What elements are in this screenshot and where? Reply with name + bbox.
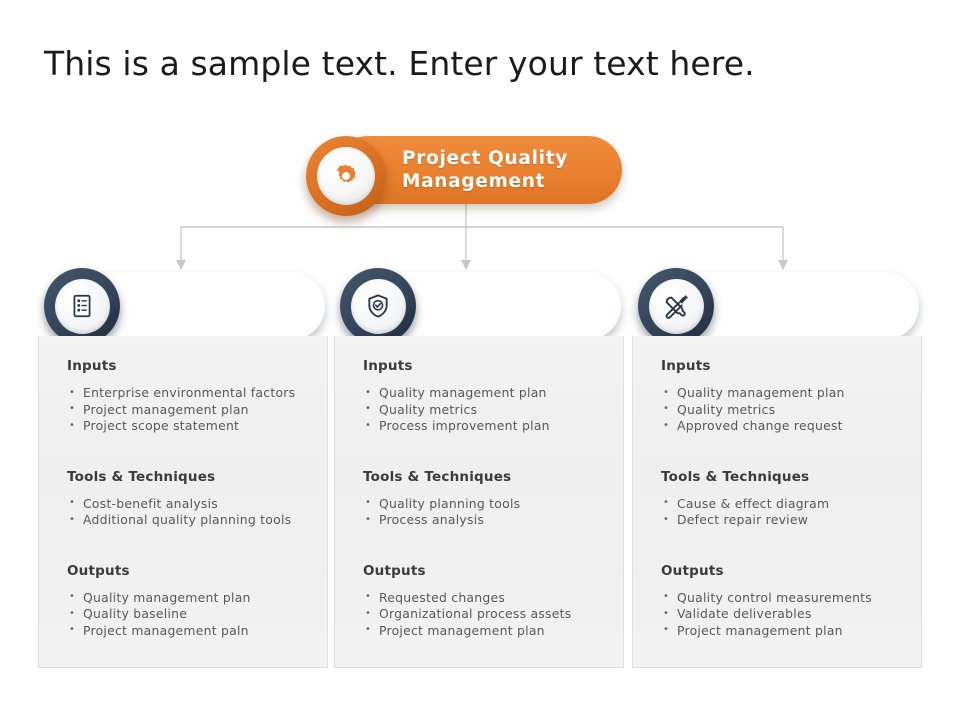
column-header-label: Perform Quality Assurance [428, 284, 577, 330]
shield-check-icon [368, 294, 388, 318]
page-title: This is a sample text. Enter your text h… [44, 44, 755, 83]
section-outputs: Outputs Quality control measurements Val… [661, 563, 901, 640]
section-heading: Inputs [661, 358, 711, 374]
list-item: Quality metrics [363, 401, 603, 419]
list-item: Enterprise environmental factors [67, 385, 307, 402]
column-header-label: Perform Quality Control [726, 284, 875, 330]
section-heading: Outputs [363, 562, 426, 579]
shield-check-icon-badge [340, 268, 416, 344]
section-tools-techniques: Tools & Techniques Cause & effect diagra… [661, 469, 901, 529]
list-item: Cost-benefit analysis [67, 495, 307, 513]
section-inputs: Inputs Enterprise environmental factors … [67, 358, 307, 435]
section-tools-techniques: Tools & Techniques Cost-benefit analysis… [67, 469, 307, 529]
root-node-label: Project Quality Management [402, 148, 568, 192]
list-item: Project scope statement [67, 418, 307, 435]
list-item: Quality planning tools [363, 495, 603, 513]
list-item: Process improvement plan [363, 418, 603, 435]
section-heading: Inputs [363, 358, 413, 374]
checklist-document-icon [73, 294, 91, 318]
checklist-document-icon-badge [44, 268, 120, 344]
section-heading: Outputs [67, 562, 130, 579]
panel-perform-quality-control: Inputs Quality management plan Quality m… [632, 336, 922, 668]
list-item: Project management plan [67, 401, 307, 419]
section-outputs: Outputs Requested changes Organizational… [363, 563, 603, 640]
section-tools-techniques: Tools & Techniques Quality planning tool… [363, 469, 603, 529]
list-item: Quality management plan [661, 385, 901, 402]
list-item: Quality metrics [661, 401, 901, 419]
section-inputs: Inputs Quality management plan Quality m… [363, 358, 603, 435]
section-list: Quality planning tools Process analysis [363, 495, 603, 529]
gear-icon-badge [306, 136, 386, 216]
list-item: Quality control measurements [661, 589, 901, 607]
column-header-label: Quality Planning [132, 284, 214, 330]
list-item: Project management paln [67, 622, 307, 640]
section-list: Requested changes Organizational process… [363, 589, 603, 640]
list-item: Validate deliverables [661, 606, 901, 623]
section-list: Quality management plan Quality metrics … [661, 385, 901, 435]
list-item: Process analysis [363, 512, 603, 529]
list-item: Defect repair review [661, 512, 901, 529]
list-item: Project management plan [363, 622, 603, 640]
panel-perform-quality-assurance: Inputs Quality management plan Quality m… [334, 336, 624, 668]
section-heading: Tools & Techniques [661, 468, 810, 485]
section-heading: Outputs [661, 562, 724, 579]
gear-icon [336, 165, 356, 183]
section-list: Cost-benefit analysis Additional quality… [67, 495, 307, 529]
section-heading: Inputs [67, 358, 117, 374]
section-list: Quality management plan Quality metrics … [363, 385, 603, 435]
list-item: Organizational process assets [363, 606, 603, 623]
section-outputs: Outputs Quality management plan Quality … [67, 563, 307, 640]
list-item: Quality management plan [363, 385, 603, 402]
section-list: Quality control measurements Validate de… [661, 589, 901, 640]
list-item: Quality baseline [67, 606, 307, 623]
section-heading: Tools & Techniques [67, 468, 216, 485]
section-list: Enterprise environmental factors Project… [67, 385, 307, 435]
wrench-screwdriver-icon-badge [638, 268, 714, 344]
panel-quality-planning: Inputs Enterprise environmental factors … [38, 336, 328, 668]
slide-canvas: This is a sample text. Enter your text h… [0, 0, 960, 720]
list-item: Project management plan [661, 622, 901, 640]
section-list: Quality management plan Quality baseline… [67, 589, 307, 640]
list-item: Quality management plan [67, 589, 307, 607]
section-inputs: Inputs Quality management plan Quality m… [661, 358, 901, 435]
section-heading: Tools & Techniques [363, 468, 512, 485]
list-item: Additional quality planning tools [67, 512, 307, 529]
section-list: Cause & effect diagram Defect repair rev… [661, 495, 901, 529]
list-item: Cause & effect diagram [661, 495, 901, 513]
list-item: Requested changes [363, 589, 603, 607]
list-item: Approved change request [661, 418, 901, 435]
wrench-screwdriver-icon [665, 294, 688, 319]
